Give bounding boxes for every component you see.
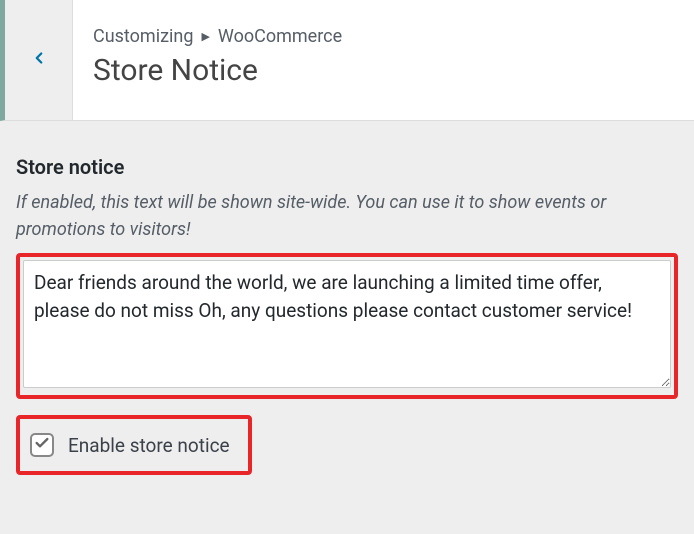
notice-textarea-highlight	[16, 253, 678, 399]
section-description: If enabled, this text will be shown site…	[16, 189, 678, 243]
enable-checkbox-highlight: Enable store notice	[16, 415, 252, 475]
customizer-header: Customizing ▶ WooCommerce Store Notice	[0, 0, 694, 121]
breadcrumb: Customizing ▶ WooCommerce	[93, 26, 674, 47]
section-title: Store notice	[16, 155, 678, 179]
check-icon	[34, 435, 50, 455]
breadcrumb-root: Customizing	[93, 26, 193, 47]
enable-store-notice-label: Enable store notice	[68, 434, 230, 457]
back-button[interactable]	[5, 0, 73, 120]
enable-store-notice-checkbox[interactable]	[30, 433, 54, 457]
chevron-left-icon	[30, 49, 48, 71]
page-title: Store Notice	[93, 53, 674, 88]
title-area: Customizing ▶ WooCommerce Store Notice	[73, 0, 694, 120]
breadcrumb-separator-icon: ▶	[201, 30, 209, 43]
content: Store notice If enabled, this text will …	[0, 121, 694, 491]
store-notice-textarea[interactable]	[23, 260, 671, 388]
breadcrumb-parent: WooCommerce	[218, 26, 342, 47]
